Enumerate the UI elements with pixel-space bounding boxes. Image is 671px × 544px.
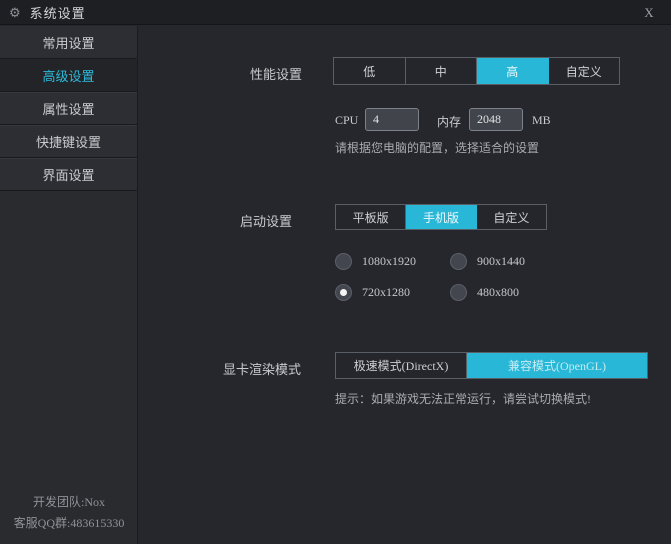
- sidebar-item-common-settings[interactable]: 常用设置: [0, 26, 137, 59]
- qq-group-text: 客服QQ群:483615330: [13, 516, 125, 530]
- performance-low-button[interactable]: 低: [334, 58, 406, 84]
- graphics-mode-group: 极速模式(DirectX) 兼容模式(OpenGL): [335, 352, 648, 379]
- startup-custom-button[interactable]: 自定义: [477, 205, 546, 229]
- resolution-radio-720x1280[interactable]: 720x1280: [335, 284, 410, 301]
- sidebar-item-property-settings[interactable]: 属性设置: [0, 92, 137, 125]
- sidebar-item-interface-settings[interactable]: 界面设置: [0, 158, 137, 191]
- title-bar: ⚙ 系统设置 X: [0, 0, 671, 25]
- resolution-radio-1080x1920[interactable]: 1080x1920: [335, 253, 416, 270]
- directx-mode-button[interactable]: 极速模式(DirectX): [336, 353, 467, 378]
- radio-circle-icon[interactable]: [335, 253, 352, 270]
- sidebar-item-shortcut-settings[interactable]: 快捷键设置: [0, 125, 137, 158]
- performance-custom-button[interactable]: 自定义: [549, 58, 620, 84]
- sidebar: 常用设置 高级设置 属性设置 快捷键设置 界面设置 开发团队:Nox 客服QQ群…: [0, 26, 138, 544]
- performance-high-button[interactable]: 高: [477, 58, 549, 84]
- performance-mode-group: 低 中 高 自定义: [333, 57, 620, 85]
- sidebar-footer: 开发团队:Nox 客服QQ群:483615330: [0, 492, 138, 534]
- radio-circle-icon[interactable]: [450, 284, 467, 301]
- performance-hint-text: 请根据您电脑的配置，选择适合的设置: [335, 141, 540, 155]
- startup-phone-button[interactable]: 手机版: [406, 205, 477, 229]
- cpu-label: CPU: [335, 113, 359, 127]
- memory-label: 内存: [437, 115, 462, 129]
- graphics-render-mode-label: 显卡渲染模式: [222, 362, 301, 377]
- memory-unit-label: MB: [532, 113, 551, 127]
- resolution-label: 720x1280: [362, 285, 410, 299]
- window-title: 系统设置: [29, 5, 86, 21]
- sidebar-item-advanced-settings[interactable]: 高级设置: [0, 59, 137, 92]
- radio-circle-icon[interactable]: [335, 284, 352, 301]
- resolution-label: 480x800: [477, 285, 519, 299]
- opengl-mode-button[interactable]: 兼容模式(OpenGL): [467, 353, 647, 378]
- startup-mode-group: 平板版 手机版 自定义: [335, 204, 547, 230]
- resolution-radio-480x800[interactable]: 480x800: [450, 284, 519, 301]
- startup-tablet-button[interactable]: 平板版: [336, 205, 407, 229]
- cpu-input[interactable]: [365, 108, 419, 131]
- startup-settings-label: 启动设置: [239, 214, 292, 229]
- resolution-label: 1080x1920: [362, 254, 416, 268]
- memory-input[interactable]: [469, 108, 523, 131]
- performance-settings-label: 性能设置: [249, 67, 302, 82]
- radio-dot: [340, 289, 347, 296]
- close-icon[interactable]: X: [637, 0, 661, 25]
- performance-medium-button[interactable]: 中: [406, 58, 477, 84]
- dev-team-text: 开发团队:Nox: [32, 495, 105, 509]
- graphics-hint-text: 提示：如果游戏无法正常运行，请尝试切换模式!: [335, 392, 591, 406]
- radio-circle-icon[interactable]: [450, 253, 467, 270]
- resolution-radio-900x1440[interactable]: 900x1440: [450, 253, 525, 270]
- gear-icon: ⚙: [9, 4, 21, 20]
- resolution-label: 900x1440: [477, 254, 525, 268]
